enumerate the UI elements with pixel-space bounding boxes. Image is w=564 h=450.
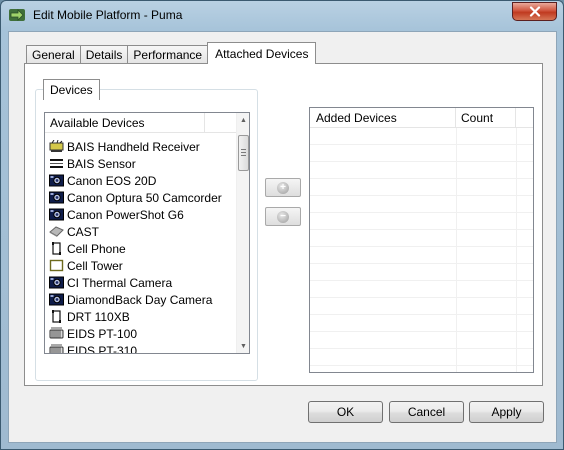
dialog-client-area: General Details Performance Attached Dev… [8, 31, 557, 443]
app-arrow-icon [9, 9, 25, 21]
device-list-item[interactable]: BAIS Handheld Receiver [49, 138, 238, 155]
device-list-item[interactable]: EIDS PT-310 [49, 342, 238, 354]
column-divider [516, 128, 517, 372]
available-devices-scrollbar[interactable]: ▲ ▼ [236, 113, 249, 353]
cast-icon [49, 225, 64, 238]
cancel-button[interactable]: Cancel [389, 401, 464, 423]
device-label: EIDS PT-100 [67, 326, 138, 341]
phone-icon [49, 242, 64, 255]
device-list-item[interactable]: Canon EOS 20D [49, 172, 238, 189]
devices-group: Devices Available Devices BAIS Handheld … [35, 79, 258, 381]
device-list-item[interactable]: Canon PowerShot G6 [49, 206, 238, 223]
camera-icon [49, 191, 64, 204]
device-list-item[interactable]: Canon Optura 50 Camcorder [49, 189, 238, 206]
count-column-header[interactable]: Count [456, 108, 516, 127]
add-device-button[interactable]: + [265, 178, 301, 197]
tower-icon [49, 259, 64, 272]
device-label: DiamondBack Day Camera [67, 292, 213, 307]
available-devices-column-header[interactable]: Available Devices [45, 113, 205, 132]
close-icon [529, 6, 540, 17]
device-label: Cell Tower [67, 258, 123, 273]
ok-button[interactable]: OK [308, 401, 383, 423]
device-list-item[interactable]: DiamondBack Day Camera [49, 291, 238, 308]
device-label: Cell Phone [67, 241, 126, 256]
camera-icon [49, 208, 64, 221]
device-list-item[interactable]: DRT 110XB [49, 308, 238, 325]
device-label: CAST [67, 224, 100, 239]
scroll-down-icon[interactable]: ▼ [237, 339, 249, 353]
available-devices-list[interactable]: Available Devices BAIS Handheld Receiver… [44, 112, 250, 354]
grip-line [241, 152, 246, 153]
device-list-item[interactable]: EIDS PT-100 [49, 325, 238, 342]
tab-strip: General Details Performance Attached Dev… [26, 42, 317, 64]
sensor-icon [49, 157, 64, 170]
eids-icon [49, 327, 64, 340]
column-divider [456, 128, 457, 372]
added-devices-column-header[interactable]: Added Devices [310, 108, 456, 127]
scroll-up-icon[interactable]: ▲ [237, 113, 249, 127]
added-devices-header: Added Devices Count [310, 108, 533, 128]
devices-group-tab[interactable]: Devices [43, 79, 100, 100]
tab-general[interactable]: General [26, 45, 81, 64]
eids-icon [49, 344, 64, 353]
device-label: CI Thermal Camera [67, 275, 173, 290]
camera-icon [49, 276, 64, 289]
device-label: BAIS Handheld Receiver [67, 139, 200, 154]
device-label: Canon PowerShot G6 [67, 207, 184, 222]
device-list-item[interactable]: Cell Tower [49, 257, 238, 274]
device-list-item[interactable]: BAIS Sensor [49, 155, 238, 172]
apply-button[interactable]: Apply [469, 401, 544, 423]
tab-attached-devices[interactable]: Attached Devices [207, 42, 317, 64]
available-devices-items: BAIS Handheld Receiver BAIS Sensor Canon E… [49, 138, 238, 354]
phone-icon [49, 310, 64, 323]
device-label: EIDS PT-310 [67, 343, 138, 354]
remove-device-button[interactable]: − [265, 207, 301, 226]
device-label: Canon Optura 50 Camcorder [67, 190, 222, 205]
available-devices-header[interactable]: Available Devices [45, 113, 238, 133]
title-bar[interactable]: Edit Mobile Platform - Puma [1, 1, 563, 31]
window-title: Edit Mobile Platform - Puma [33, 8, 183, 22]
device-label: BAIS Sensor [67, 156, 136, 171]
device-label: Canon EOS 20D [67, 173, 157, 188]
added-devices-rows [310, 128, 533, 372]
scroll-thumb[interactable] [238, 135, 249, 171]
camera-icon [49, 293, 64, 306]
tab-details[interactable]: Details [79, 45, 129, 64]
receiver-icon [49, 139, 64, 153]
camera-icon [49, 174, 64, 187]
device-list-item[interactable]: CI Thermal Camera [49, 274, 238, 291]
tab-performance[interactable]: Performance [127, 45, 209, 64]
dialog-window: Edit Mobile Platform - Puma General Deta… [0, 0, 564, 450]
grip-line [241, 155, 246, 156]
added-devices-grid[interactable]: Added Devices Count [309, 107, 534, 373]
close-button[interactable] [512, 2, 557, 21]
grip-line [241, 149, 246, 150]
device-list-item[interactable]: CAST [49, 223, 238, 240]
add-icon: + [277, 181, 289, 194]
remove-icon: − [277, 210, 289, 223]
device-list-item[interactable]: Cell Phone [49, 240, 238, 257]
attached-devices-panel: Devices Available Devices BAIS Handheld … [24, 63, 543, 386]
device-label: DRT 110XB [67, 309, 130, 324]
